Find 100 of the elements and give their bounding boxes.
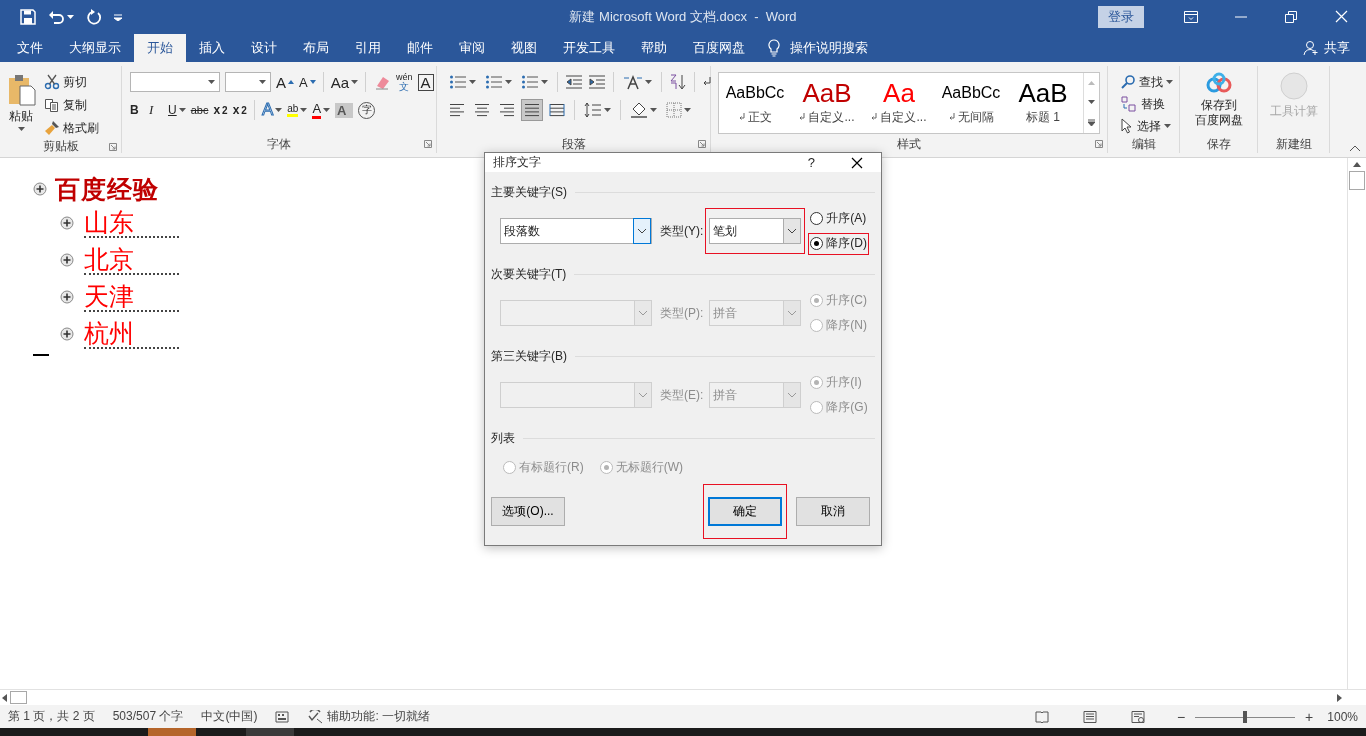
ribbon-tab[interactable]: 插入 [186, 33, 238, 62]
ribbon-tab[interactable]: 邮件 [394, 33, 446, 62]
ribbon-tab[interactable]: 开始 [134, 34, 186, 62]
phonetic-guide-button[interactable]: wén 文 [396, 73, 413, 91]
scroll-up-icon[interactable] [1353, 162, 1361, 167]
caret-icon[interactable] [178, 108, 186, 112]
character-shading-button[interactable]: A [335, 102, 354, 118]
bold-button[interactable]: B [130, 103, 144, 117]
save-to-cloud-button[interactable]: 保存到 百度网盘 [1194, 98, 1243, 128]
radio-label[interactable]: 升序(A) [826, 210, 867, 227]
collapse-ribbon-icon[interactable] [1350, 145, 1360, 151]
dialog-button[interactable]: 确定 [708, 497, 782, 526]
caret-icon[interactable] [17, 127, 25, 131]
alignment-button[interactable] [522, 100, 542, 120]
scroll-thumb[interactable] [1349, 171, 1365, 190]
caret-icon[interactable] [323, 108, 331, 112]
scroll-thumb[interactable] [10, 691, 27, 704]
scroll-right-icon[interactable] [1337, 693, 1342, 702]
zoom-out-button[interactable]: − [1176, 708, 1186, 725]
caret-icon[interactable] [259, 80, 266, 84]
replace-icon[interactable] [1120, 95, 1138, 113]
ribbon-tab[interactable]: 百度网盘 [680, 33, 758, 62]
caret-icon[interactable] [1166, 80, 1173, 84]
sign-in-button[interactable]: 登录 [1098, 5, 1144, 28]
scroll-left-icon[interactable] [2, 693, 7, 702]
language-indicator[interactable]: 中文(中国) [201, 708, 258, 725]
bullet-list-icon[interactable] [449, 74, 467, 90]
caret-icon[interactable] [67, 14, 74, 19]
person-add-icon[interactable] [1303, 39, 1319, 56]
copy-icon[interactable] [44, 97, 60, 113]
zoom-in-button[interactable]: + [1305, 708, 1314, 725]
caret-icon[interactable] [275, 108, 283, 112]
underline-button[interactable]: U [168, 103, 186, 117]
caret-icon[interactable] [650, 108, 657, 112]
expand-icon[interactable] [60, 327, 74, 341]
caret-icon[interactable] [469, 80, 476, 84]
brush-icon[interactable] [44, 120, 60, 136]
caret-icon[interactable] [541, 80, 548, 84]
strikethrough-button[interactable]: abc [190, 104, 209, 116]
editing-command[interactable]: 选择 [1137, 117, 1161, 135]
customize-icon[interactable] [114, 12, 122, 21]
web-layout-icon[interactable] [1130, 710, 1145, 723]
font-color-button[interactable]: A [312, 101, 331, 119]
dialog-button[interactable]: 选项(O)... [491, 497, 565, 526]
editing-command[interactable]: 查找 [1139, 73, 1163, 91]
style-preview[interactable]: AaBbCc [941, 80, 1001, 105]
caret-icon[interactable] [351, 80, 359, 84]
minimize-icon[interactable] [1235, 15, 1247, 18]
dialog-launcher-icon[interactable] [1095, 140, 1103, 148]
scroll-down-icon[interactable] [1088, 99, 1095, 104]
paint-bucket-icon[interactable] [630, 102, 648, 118]
caret-icon[interactable] [300, 108, 308, 112]
cursor-icon[interactable] [1120, 118, 1134, 134]
clipboard-command[interactable]: 复制 [63, 96, 87, 114]
accessibility-status[interactable]: 辅助功能: 一切就绪 [327, 708, 431, 725]
clipboard-command[interactable]: 剪切 [63, 73, 87, 91]
expand-icon[interactable] [60, 290, 74, 304]
print-layout-icon[interactable] [1082, 710, 1097, 723]
dialog-launcher-icon[interactable] [109, 142, 117, 151]
decrease-indent-icon[interactable] [565, 74, 583, 90]
paste-button[interactable]: 粘贴 [9, 108, 33, 125]
radio-button[interactable] [810, 237, 824, 250]
editing-command[interactable]: 替换 [1141, 95, 1165, 113]
grow-font-button[interactable]: A [276, 73, 294, 91]
increase-indent-icon[interactable] [588, 74, 606, 90]
close-icon[interactable] [851, 156, 863, 169]
ribbon-tab[interactable]: 帮助 [628, 33, 680, 62]
font-size-field[interactable] [225, 72, 271, 92]
read-mode-icon[interactable] [1034, 710, 1049, 723]
shrink-font-button[interactable]: A [299, 74, 316, 90]
font-name-field[interactable] [130, 72, 220, 92]
sort-icon[interactable] [669, 74, 687, 90]
lightbulb-icon[interactable] [768, 38, 780, 57]
type-dropdown[interactable]: 笔划 [709, 218, 802, 244]
ribbon-tab[interactable]: 视图 [498, 33, 550, 62]
zoom-level[interactable]: 100% [1327, 709, 1358, 724]
gallery-more-icon[interactable] [1088, 118, 1095, 126]
radio-label[interactable]: 降序(D) [826, 235, 867, 252]
scissors-icon[interactable] [44, 74, 60, 90]
ribbon-tab[interactable]: 设计 [238, 33, 290, 62]
word-count[interactable]: 503/507 个字 [112, 708, 184, 725]
dialog-launcher-icon[interactable] [424, 140, 432, 148]
change-case-button[interactable]: Aa [330, 73, 359, 91]
zoom-thumb[interactable] [1243, 710, 1248, 723]
tell-me-search[interactable]: 操作说明搜索 [790, 38, 868, 57]
clipboard-icon[interactable] [6, 74, 36, 106]
cloud-icon[interactable] [1205, 72, 1232, 94]
expand-icon[interactable] [60, 216, 74, 230]
ribbon-tab[interactable]: 大纲显示 [56, 33, 134, 62]
highlight-button[interactable]: ab [287, 103, 308, 117]
line-spacing-icon[interactable] [584, 102, 602, 118]
page-count[interactable]: 第 1 页，共 2 页 [8, 708, 95, 725]
search-icon[interactable] [1120, 74, 1136, 90]
share-button[interactable]: 共享 [1324, 38, 1350, 57]
caret-icon[interactable] [1164, 124, 1171, 128]
ribbon-display-icon[interactable] [1184, 10, 1198, 23]
character-border-button[interactable]: A [417, 73, 434, 91]
clipboard-command[interactable]: 格式刷 [63, 119, 99, 137]
caret-icon[interactable] [684, 108, 691, 112]
caret-icon[interactable] [208, 80, 215, 84]
